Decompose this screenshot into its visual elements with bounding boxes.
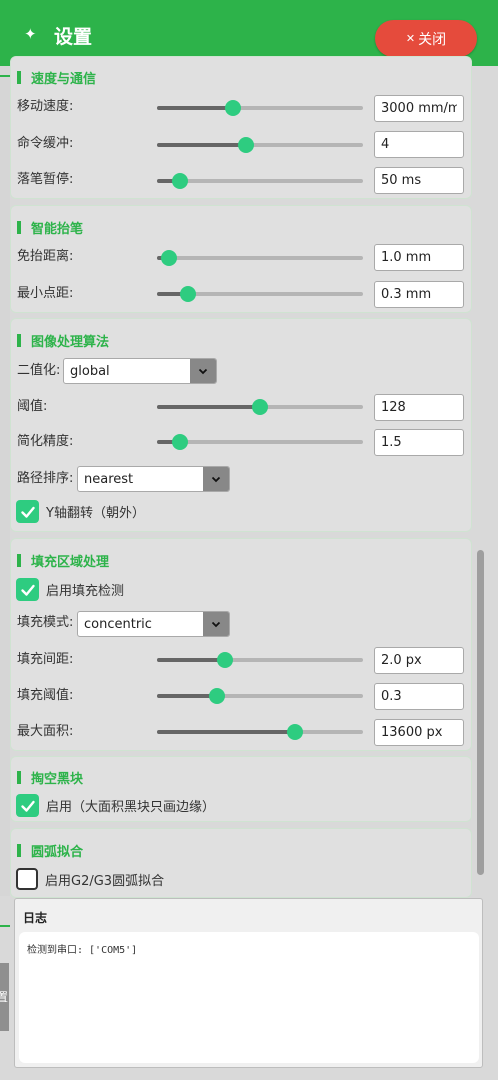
section-marker (17, 844, 21, 857)
slider-thumb (252, 399, 268, 415)
max-area-slider[interactable] (157, 723, 363, 741)
no-lift-distance-label: 免抬距离: (17, 249, 74, 264)
section-marker (17, 554, 21, 567)
fill-spacing-label: 填充间距: (17, 652, 74, 667)
section-header: 智能抬笔 (17, 218, 83, 237)
slider-thumb (171, 434, 188, 450)
path-order-select[interactable]: nearest (77, 466, 230, 492)
slider-thumb (161, 250, 178, 266)
scrollbar-thumb[interactable] (477, 550, 484, 875)
section-header: 速度与通信 (17, 68, 96, 87)
check-icon (16, 500, 39, 523)
threshold-label: 阈值: (17, 399, 48, 414)
move-speed-label: 移动速度: (17, 99, 74, 114)
checkbox-empty-icon (16, 868, 38, 890)
binarize-select[interactable]: global (63, 358, 217, 384)
arc-enable-checkbox[interactable]: 启用G2/G3圆弧拟合 (16, 868, 164, 890)
section-marker (17, 71, 21, 84)
move-speed-input[interactable] (374, 95, 464, 122)
threshold-slider[interactable] (157, 398, 363, 416)
section-marker (17, 771, 21, 784)
fill-threshold-input[interactable] (374, 683, 464, 710)
section-title: 填充区域处理 (31, 555, 110, 570)
slider-thumb (237, 137, 254, 153)
check-icon (16, 794, 39, 817)
log-line: 检测到串口: ['COM5'] (27, 945, 138, 956)
slider-thumb (171, 173, 188, 189)
path-order-value: nearest (84, 471, 134, 487)
section-marker (17, 334, 21, 347)
min-point-distance-input[interactable] (374, 281, 464, 308)
path-order-label: 路径排序: (17, 471, 74, 486)
edge-tick (0, 925, 10, 927)
no-lift-distance-input[interactable] (374, 244, 464, 271)
close-button[interactable]: ✕ 关闭 (375, 20, 477, 57)
pen-pause-label: 落笔暂停: (17, 172, 74, 187)
max-area-input[interactable] (374, 719, 464, 746)
pen-pause-slider[interactable] (157, 172, 363, 190)
flip-y-label: Y轴翻转（朝外） (46, 506, 145, 521)
hollow-enable-checkbox[interactable]: 启用（大面积黑块只画边缘） (16, 794, 215, 817)
side-tab-label: 置 (0, 990, 9, 1004)
section-marker (17, 221, 21, 234)
fill-mode-select[interactable]: concentric (77, 611, 230, 637)
threshold-input[interactable] (374, 394, 464, 421)
left-edge-strip (0, 66, 12, 896)
binarize-label: 二值化: (17, 363, 61, 378)
log-panel: 日志 检测到串口: ['COM5'] (14, 898, 483, 1068)
log-output[interactable]: 检测到串口: ['COM5'] (19, 932, 479, 1063)
diamond-icon: ✦ (24, 25, 37, 43)
log-title: 日志 (23, 911, 48, 925)
slider-thumb (225, 100, 242, 116)
section-title: 圆弧拟合 (31, 845, 84, 860)
slider-thumb (208, 688, 225, 704)
section-title: 掏空黑块 (31, 772, 84, 787)
chevron-down-icon[interactable] (203, 467, 229, 491)
fill-mode-label: 填充模式: (17, 615, 74, 630)
slider-thumb (179, 286, 196, 302)
binarize-value: global (70, 363, 110, 379)
fill-threshold-label: 填充阈值: (17, 688, 74, 703)
section-header: 填充区域处理 (17, 551, 109, 570)
enable-fill-label: 启用填充检测 (46, 584, 125, 599)
hollow-enable-label: 启用（大面积黑块只画边缘） (46, 800, 216, 815)
simplify-slider[interactable] (157, 433, 363, 451)
section-title: 速度与通信 (31, 72, 97, 87)
move-speed-slider[interactable] (157, 99, 363, 117)
section-header: 圆弧拟合 (17, 841, 83, 860)
chevron-down-icon[interactable] (190, 359, 216, 383)
section-header: 图像处理算法 (17, 331, 109, 350)
pen-pause-input[interactable] (374, 167, 464, 194)
slider-thumb (216, 652, 233, 668)
no-lift-distance-slider[interactable] (157, 249, 363, 267)
cmd-buffer-slider[interactable] (157, 136, 363, 154)
section-header: 掏空黑块 (17, 768, 83, 787)
min-point-distance-slider[interactable] (157, 285, 363, 303)
close-button-label: 关闭 (418, 31, 447, 48)
close-icon: ✕ (405, 32, 416, 45)
arc-enable-label: 启用G2/G3圆弧拟合 (45, 873, 165, 889)
page-title: 设置 (54, 26, 93, 48)
simplify-label: 简化精度: (17, 434, 74, 449)
section-title: 图像处理算法 (31, 335, 110, 350)
fill-spacing-input[interactable] (374, 647, 464, 674)
enable-fill-checkbox[interactable]: 启用填充检测 (16, 578, 124, 601)
min-point-distance-label: 最小点距: (17, 286, 74, 301)
simplify-input[interactable] (374, 429, 464, 456)
section-title: 智能抬笔 (31, 222, 84, 237)
slider-thumb (287, 724, 304, 740)
fill-threshold-slider[interactable] (157, 687, 363, 705)
cmd-buffer-label: 命令缓冲: (17, 136, 74, 151)
flip-y-checkbox[interactable]: Y轴翻转（朝外） (16, 500, 145, 523)
check-icon (16, 578, 39, 601)
chevron-down-icon[interactable] (203, 612, 229, 636)
fill-mode-value: concentric (84, 616, 152, 632)
side-tab[interactable]: 置 (0, 963, 9, 1031)
cmd-buffer-input[interactable] (374, 131, 464, 158)
fill-spacing-slider[interactable] (157, 651, 363, 669)
max-area-label: 最大面积: (17, 724, 74, 739)
